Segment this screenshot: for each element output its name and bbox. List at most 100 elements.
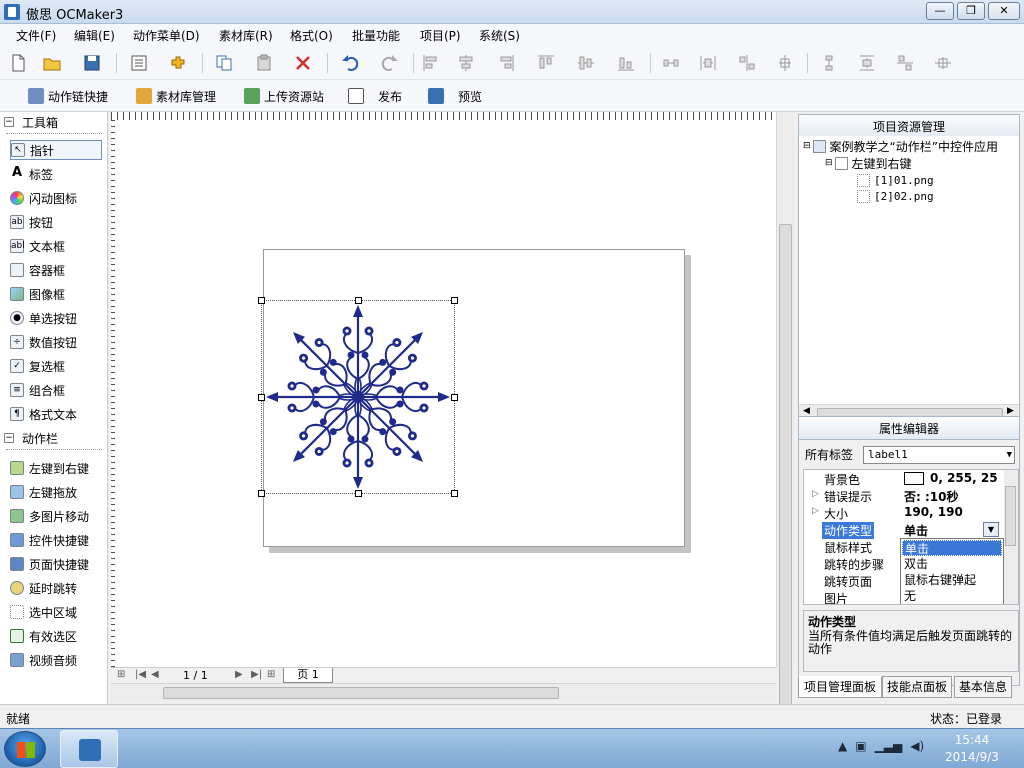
prop-row-selected[interactable]: 动作类型 单击 (804, 521, 1004, 539)
action-drag-drop[interactable]: 左键拖放 (10, 482, 102, 502)
action-select-area[interactable]: 选中区域 (10, 602, 102, 622)
expand-icon[interactable]: ⊟ (803, 141, 811, 151)
resize-handle[interactable] (451, 394, 458, 401)
canvas-horizontal-scrollbar[interactable] (111, 683, 776, 701)
design-canvas[interactable] (111, 112, 776, 667)
align-right-icon[interactable] (497, 54, 515, 72)
dropdown-option[interactable]: 双击 (902, 556, 1002, 572)
tool-label-control[interactable]: A 标签 (10, 164, 102, 184)
action-multi-image-move[interactable]: 多图片移动 (10, 506, 102, 526)
scroll-thumb[interactable] (163, 687, 559, 699)
tool-pointer[interactable]: ↖ 指针 (10, 140, 102, 160)
resize-handle[interactable] (355, 297, 362, 304)
action-left-to-right[interactable]: 左键到右键 (10, 458, 102, 478)
action-video-audio[interactable]: 视频音频 (10, 650, 102, 670)
open-folder-icon[interactable] (43, 54, 61, 72)
undo-icon[interactable] (341, 54, 359, 72)
collapse-icon[interactable]: − (4, 433, 14, 443)
actions-header[interactable]: − 动作栏 (4, 429, 58, 447)
space-v-icon[interactable] (858, 54, 876, 72)
upload-button[interactable]: 上传资源站 (244, 86, 324, 106)
action-delay-jump[interactable]: 延时跳转 (10, 578, 102, 598)
center-h-icon[interactable] (776, 54, 794, 72)
tray-network-icon[interactable]: ▁▃▅ (875, 739, 903, 753)
tree-file[interactable]: [1]01.png (857, 172, 934, 188)
tree-page[interactable]: ⊟ 左键到右键 (825, 155, 912, 171)
tray-volume-icon[interactable]: ◀) (910, 739, 924, 753)
color-swatch[interactable] (904, 472, 924, 485)
prop-value[interactable]: 单击 (904, 522, 928, 539)
resize-handle[interactable] (451, 297, 458, 304)
menu-edit[interactable]: 编辑(E) (74, 27, 115, 44)
tool-flash-icon[interactable]: 闪动图标 (10, 188, 102, 208)
last-page-icon[interactable]: ▶| (251, 669, 262, 680)
resize-handle[interactable] (451, 490, 458, 497)
new-file-icon[interactable] (9, 54, 27, 72)
scroll-left-icon[interactable]: ◀ (803, 406, 810, 416)
spread-v-icon[interactable] (896, 54, 914, 72)
align-bottom-icon[interactable] (617, 54, 635, 72)
distribute-v-icon[interactable] (820, 54, 838, 72)
scroll-thumb[interactable] (1005, 486, 1016, 546)
toolbox-header[interactable]: − 工具箱 (4, 113, 58, 131)
taskbar-app[interactable] (60, 730, 118, 768)
tab-basic-info[interactable]: 基本信息 (954, 676, 1012, 698)
tool-image[interactable]: 图像框 (10, 284, 102, 304)
save-icon[interactable] (83, 54, 101, 72)
resize-handle[interactable] (258, 394, 265, 401)
start-button[interactable] (4, 731, 46, 767)
menu-batch[interactable]: 批量功能 (352, 27, 400, 44)
dropdown-option[interactable]: 鼠标右键弹起 (902, 572, 1002, 588)
redo-icon[interactable] (381, 54, 399, 72)
action-chain-button[interactable]: 动作链快捷 (28, 86, 108, 106)
publish-button[interactable]: 发布 (348, 86, 402, 106)
puzzle-icon[interactable] (169, 54, 187, 72)
tree-root[interactable]: ⊟ 案例教学之“动作栏”中控件应用 (803, 138, 998, 154)
minimize-button[interactable]: — (926, 2, 954, 20)
grid-scrollbar[interactable] (1004, 470, 1018, 604)
tag-select[interactable]: label1 ▼ (863, 446, 1015, 464)
align-center-icon[interactable] (457, 54, 475, 72)
center-v-icon[interactable] (934, 54, 952, 72)
expand-icon[interactable]: ⊟ (825, 158, 833, 168)
clock[interactable]: 15:44 2014/9/3 (930, 732, 1014, 766)
next-page-icon[interactable]: ▶ (235, 669, 243, 680)
collapse-icon[interactable]: − (4, 117, 14, 127)
scroll-thumb[interactable] (779, 224, 792, 714)
prev-page-icon[interactable]: ◀ (151, 669, 159, 680)
close-button[interactable]: ✕ (988, 2, 1020, 20)
tool-checkbox[interactable]: ✓ 复选框 (10, 356, 102, 376)
tray-arrow-icon[interactable]: ▲ (838, 739, 847, 753)
properties-icon[interactable] (130, 54, 148, 72)
tray-device-icon[interactable]: ▣ (855, 739, 866, 753)
delete-icon[interactable] (294, 54, 312, 72)
prop-row[interactable]: 背景色 0, 255, 25 (804, 470, 1004, 487)
insert-page-icon[interactable]: ⊞ (267, 669, 275, 680)
action-page-shortcut[interactable]: 页面快捷键 (10, 554, 102, 574)
library-manage-button[interactable]: 素材库管理 (136, 86, 216, 106)
space-h-icon[interactable] (699, 54, 717, 72)
resize-handle[interactable] (355, 490, 362, 497)
tool-container[interactable]: 容器框 (10, 260, 102, 280)
preview-button[interactable]: 预览 (428, 86, 482, 106)
align-top-icon[interactable] (537, 54, 555, 72)
tool-combobox[interactable]: ≡ 组合框 (10, 380, 102, 400)
tree-file[interactable]: [2]02.png (857, 188, 934, 204)
distribute-h-icon[interactable] (662, 54, 680, 72)
maximize-button[interactable]: ❐ (957, 2, 985, 20)
tool-radio[interactable]: ● 单选按钮 (10, 308, 102, 328)
paste-icon[interactable] (255, 54, 273, 72)
tool-button[interactable]: ab 按钮 (10, 212, 102, 232)
action-control-shortcut[interactable]: 控件快捷键 (10, 530, 102, 550)
canvas-vertical-scrollbar[interactable] (776, 112, 794, 714)
scroll-right-icon[interactable]: ▶ (1007, 406, 1014, 416)
menu-system[interactable]: 系统(S) (479, 27, 520, 44)
add-page-icon[interactable]: ⊞ (117, 669, 125, 680)
menu-library[interactable]: 素材库(R) (219, 27, 273, 44)
prop-row[interactable]: ▷ 大小 190, 190 (804, 504, 1004, 521)
align-left-icon[interactable] (422, 54, 440, 72)
prop-row[interactable]: ▷ 错误提示 否: :10秒 (804, 487, 1004, 504)
expand-icon[interactable]: ▷ (812, 506, 819, 516)
menu-file[interactable]: 文件(F) (16, 27, 56, 44)
dropdown-option[interactable]: 无 (902, 588, 1002, 604)
